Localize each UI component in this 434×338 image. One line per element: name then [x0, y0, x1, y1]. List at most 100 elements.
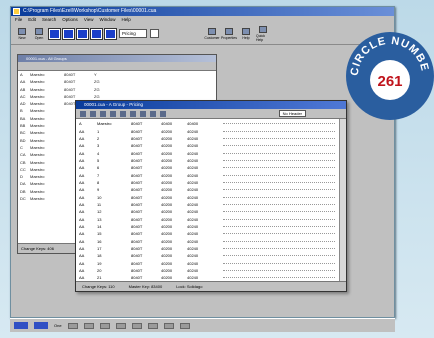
cell-e: 40240 [187, 238, 199, 244]
all-groups-title[interactable]: 00001.cua - All Groups [18, 55, 216, 62]
table-row[interactable]: AA 20 8040T 40200 40240 [79, 267, 343, 274]
table-row[interactable]: AA 1 8040T 40200 40240 [79, 127, 343, 134]
table-row[interactable]: AA 9 8040T 40200 40240 [79, 186, 343, 193]
help-icon [242, 27, 250, 35]
taskbar-app-button[interactable] [34, 322, 48, 329]
cell-b: Maestro [30, 159, 45, 165]
menu-item-help[interactable]: Help [122, 16, 131, 23]
cell-e: 40240 [187, 246, 199, 252]
new-button[interactable]: New [15, 27, 29, 40]
view-button-4[interactable] [90, 27, 103, 40]
cell-a: A [79, 121, 82, 127]
cell-d: 40200 [161, 194, 173, 200]
pricing-scrollbar[interactable] [339, 119, 346, 283]
table-row[interactable]: AA 2 8040T 40200 40240 [79, 135, 343, 142]
cell-c: 8040T [64, 86, 76, 92]
table-row[interactable]: AA 15 8040T 40200 40240 [79, 230, 343, 237]
align-icon[interactable] [150, 110, 156, 117]
taskbar-item[interactable] [99, 322, 110, 329]
all-groups-toolbar [18, 62, 216, 71]
cell-e: 40240 [187, 260, 199, 266]
menu-item-file[interactable]: File [15, 16, 22, 23]
window-title-bar[interactable]: C:\Program Files\Ezell\Workshop\Customer… [11, 7, 394, 16]
properties-button[interactable]: Properties [221, 27, 237, 40]
no-header-checkbox[interactable]: No Header [278, 110, 306, 117]
table-row[interactable]: A Maestro 8040T 40400 40400 [79, 120, 343, 127]
table-row[interactable]: AA 16 8040T 40200 40240 [79, 238, 343, 245]
italic-icon[interactable] [140, 110, 146, 117]
cell-placeholder-line [223, 262, 335, 264]
table-row[interactable]: AA 5 8040T 40200 40240 [79, 157, 343, 164]
table-row[interactable]: AA 13 8040T 40200 40240 [79, 215, 343, 222]
customer-button[interactable]: Customer [204, 27, 220, 40]
save-icon[interactable] [80, 110, 86, 117]
check-icon[interactable] [160, 110, 166, 117]
cell-e: 40240 [187, 275, 199, 281]
undo-icon[interactable] [120, 110, 126, 117]
table-row[interactable]: AA 6 8040T 40200 40240 [79, 164, 343, 171]
menu-item-view[interactable]: View [84, 16, 94, 23]
cell-a: CA [20, 152, 26, 158]
taskbar-item[interactable] [163, 322, 174, 329]
menu-item-search[interactable]: Search [42, 16, 56, 23]
table-row[interactable]: AA 19 8040T 40200 40240 [79, 260, 343, 267]
help-button[interactable]: Help [239, 27, 253, 40]
open-button[interactable]: Open [32, 27, 46, 40]
taskbar-item[interactable] [83, 322, 94, 329]
cell-c: 8040T [131, 121, 143, 127]
start-button[interactable] [14, 322, 28, 329]
quick-help-button[interactable]: Quick Help [256, 25, 270, 42]
table-row[interactable]: AA 8 8040T 40200 40240 [79, 179, 343, 186]
pricing-window-title[interactable]: 00001.cua - A Group - Pricing [76, 101, 346, 109]
cell-a: AA [20, 79, 26, 85]
master-key-text: Master Key: 83400 [128, 284, 163, 289]
cell-d: 40200 [161, 253, 173, 259]
cell-b: Maestro [30, 79, 45, 85]
list-item[interactable]: A Maestro 8040T Y [20, 72, 214, 79]
cell-b: Maestro [30, 86, 45, 92]
cell-e: 40240 [187, 201, 199, 207]
pricing-window: 00001.cua - A Group - Pricing No Header … [75, 100, 347, 292]
cell-b: Maestro [30, 181, 45, 187]
view-button-3[interactable] [76, 27, 89, 40]
view-button-2[interactable] [62, 27, 75, 40]
menu-item-window[interactable]: Window [100, 16, 116, 23]
cell-a: AA [79, 260, 85, 266]
cell-a: AA [79, 216, 85, 222]
taskbar-item[interactable] [179, 322, 190, 329]
mode-checkbox[interactable] [150, 29, 159, 38]
taskbar-item[interactable] [131, 322, 142, 329]
cut-icon[interactable] [90, 110, 96, 117]
table-row[interactable]: AA 7 8040T 40200 40240 [79, 171, 343, 178]
pricing-toolbar: No Header [76, 109, 346, 119]
cell-b: 5 [97, 157, 100, 163]
table-row[interactable]: AA 12 8040T 40200 40240 [79, 208, 343, 215]
window-title: C:\Program Files\Ezell\Workshop\Customer… [23, 8, 157, 14]
table-row[interactable]: AA 14 8040T 40200 40240 [79, 223, 343, 230]
view-button-5[interactable] [104, 27, 117, 40]
table-row[interactable]: AA 11 8040T 40200 40240 [79, 201, 343, 208]
menu-item-edit[interactable]: Edit [28, 16, 36, 23]
pricing-status-bar: Change Keys: 110 Master Key: 83400 Lock:… [76, 281, 346, 291]
copy-icon[interactable] [100, 110, 106, 117]
table-row[interactable]: AA 18 8040T 40200 40240 [79, 252, 343, 259]
taskbar-item[interactable] [115, 322, 126, 329]
bold-icon[interactable] [130, 110, 136, 117]
cell-e: 40240 [187, 231, 199, 237]
menu-bar: File Edit Search Options View Window Help [11, 16, 394, 23]
cell-d: ZG [94, 79, 100, 85]
cell-a: AD [20, 101, 26, 107]
paste-icon[interactable] [110, 110, 116, 117]
taskbar-item[interactable] [67, 322, 78, 329]
view-button-1[interactable] [48, 27, 61, 40]
table-row[interactable]: AA 4 8040T 40200 40240 [79, 149, 343, 156]
menu-item-options[interactable]: Options [62, 16, 78, 23]
list-item[interactable]: AA Maestro 8040T ZG [20, 79, 214, 86]
table-row[interactable]: AA 10 8040T 40200 40240 [79, 193, 343, 200]
taskbar-item[interactable] [147, 322, 158, 329]
cell-placeholder-line [223, 123, 335, 125]
table-row[interactable]: AA 17 8040T 40200 40240 [79, 245, 343, 252]
list-item[interactable]: AB Maestro 8040T ZG [20, 87, 214, 94]
mode-select[interactable]: Pricing [119, 29, 147, 38]
table-row[interactable]: AA 3 8040T 40200 40240 [79, 142, 343, 149]
